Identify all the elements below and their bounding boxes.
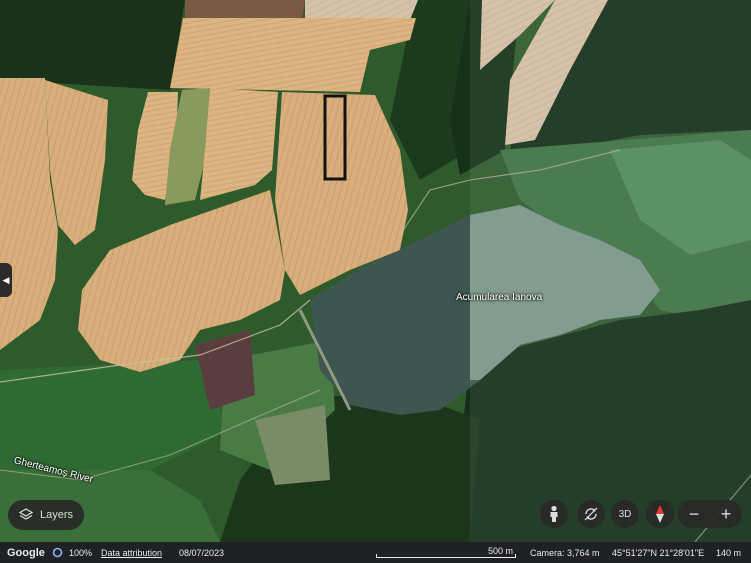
street-view-button[interactable] [540,500,568,528]
camera-altitude: Camera: 3,764 m [530,547,600,558]
3d-label: 3D [618,508,632,520]
rotate-view-button[interactable] [577,500,605,528]
lake-label: Acumularea Ianova [456,292,543,303]
zoom-out-button[interactable]: − [689,505,700,523]
imagery-date: 08/07/2023 [179,547,225,558]
satellite-map[interactable]: Acumularea Ianova Gherteamoș River [0,0,751,543]
pegman-icon [550,505,558,522]
status-bar: Google 100% Data attribution 08/07/2023 … [0,542,751,563]
google-logo: Google [7,546,45,559]
layers-icon [19,508,33,520]
load-progress: 100% [69,547,93,558]
side-panel-toggle[interactable]: ◀ [0,263,12,297]
compass-button[interactable] [646,500,674,528]
cursor-coordinates: 45°51'27"N 21°28'01"E [612,547,705,558]
data-attribution-link[interactable]: Data attribution [101,542,162,563]
3d-toggle-button[interactable]: 3D [611,500,639,528]
elevation: 140 m [716,547,742,558]
chevron-left-icon: ◀ [2,274,10,285]
zoom-in-button[interactable]: + [721,505,732,523]
zoom-control: − + [678,500,742,528]
forest-northwest [0,0,185,90]
layers-button[interactable]: Layers [8,500,84,530]
compass-icon [656,505,664,523]
scale-bar [376,554,516,558]
rotate-view-icon [584,507,598,521]
layers-label: Layers [40,509,74,521]
satellite-imagery [0,0,751,543]
loading-indicator-icon [52,542,63,563]
